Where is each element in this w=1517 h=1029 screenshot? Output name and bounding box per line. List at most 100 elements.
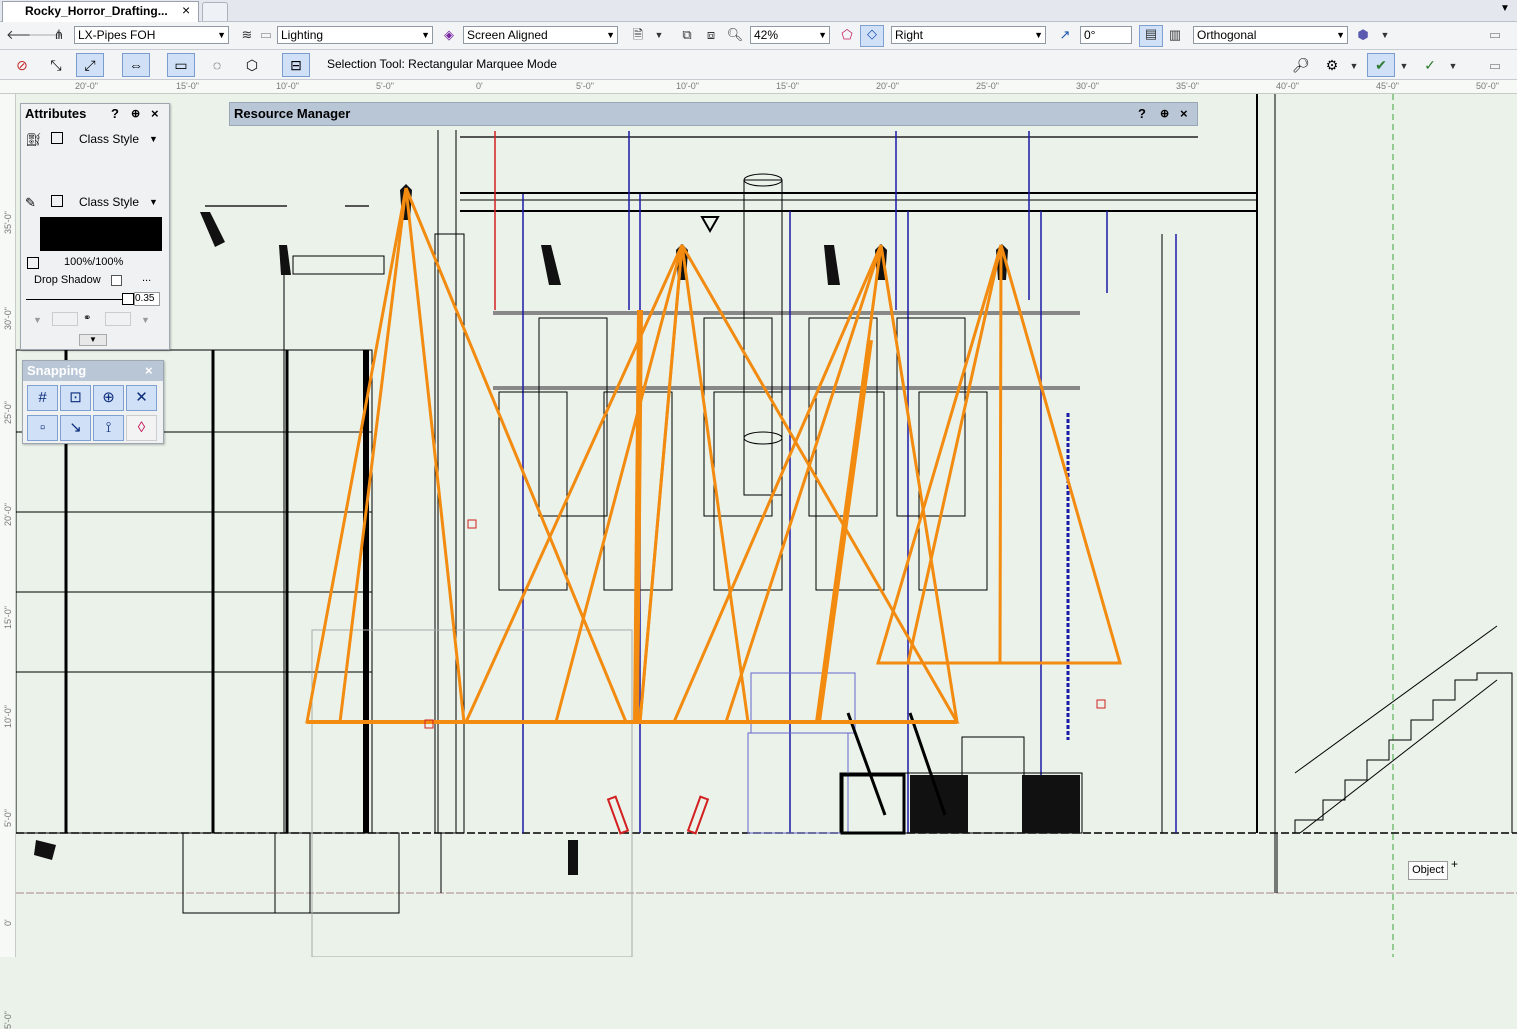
close-icon[interactable]: × xyxy=(145,361,153,381)
class-hierarchy-icon[interactable]: ⋔ xyxy=(50,27,68,43)
close-icon[interactable]: × xyxy=(151,104,159,124)
help-icon[interactable]: ? xyxy=(1138,103,1146,125)
transform-mode-icon[interactable]: ⇔ xyxy=(122,53,150,77)
settings-gear-icon[interactable]: ⚙ xyxy=(1318,53,1346,77)
check-menu-icon[interactable]: ▼ xyxy=(1397,58,1411,74)
by-class-icon[interactable] xyxy=(51,195,63,207)
tool-bar-overflow-icon[interactable]: ▭ xyxy=(1482,58,1508,74)
by-class-icon[interactable] xyxy=(27,257,39,269)
settings-menu-icon[interactable]: ▼ xyxy=(1347,58,1361,74)
clip-cube-menu-icon[interactable]: ▼ xyxy=(1378,27,1392,43)
magnifier-tool-icon[interactable]: 🔎︎ xyxy=(1287,53,1315,77)
disable-selection-icon[interactable]: ⊘ xyxy=(8,53,36,77)
layer-options-icon[interactable]: ▭ xyxy=(258,27,274,43)
selection-marker xyxy=(467,519,477,529)
chevron-down-icon[interactable]: ▼ xyxy=(149,197,158,207)
plan-rotation-field[interactable]: 0° xyxy=(1080,26,1132,44)
forward-icon[interactable]: 🡒 xyxy=(28,27,63,43)
checkmark-shield-icon[interactable]: ✔ xyxy=(1367,53,1395,77)
by-class-icon[interactable] xyxy=(51,132,63,144)
ruler-label: 5'-0" xyxy=(376,81,394,91)
chevron-down-icon: ▼ xyxy=(1034,30,1043,40)
new-tab-button[interactable] xyxy=(202,2,228,21)
standard-view-dropdown[interactable]: Right ▼ xyxy=(891,26,1046,44)
rigging-point xyxy=(700,216,720,234)
zoom-icon[interactable]: 🔍︎ xyxy=(726,27,744,43)
chevron-down-icon[interactable]: ▼ xyxy=(141,315,150,325)
end-marker-field[interactable] xyxy=(105,312,131,326)
document-tab[interactable]: Rocky_Horror_Drafting... xyxy=(2,1,199,22)
layer-stack-icon[interactable]: ≋ xyxy=(239,27,255,43)
snapping-titlebar[interactable]: Snapping × xyxy=(23,361,163,381)
rotate-plan-icon[interactable]: ↗ xyxy=(1056,27,1074,43)
render-mode-icon[interactable]: ▤ xyxy=(1139,25,1163,47)
working-plane-icon[interactable]: ◈ xyxy=(439,27,459,43)
chevron-down-icon[interactable]: ▼ xyxy=(149,134,158,144)
ruler-label: 5'-0" xyxy=(3,1011,13,1029)
fill-style-value[interactable]: Class Style xyxy=(79,132,139,146)
line-weight-field[interactable]: 0.35 xyxy=(134,292,160,306)
snap-to-intersection-icon[interactable]: ✕ xyxy=(126,385,157,411)
layer-visibility-icon[interactable]: ▥ xyxy=(1166,27,1184,43)
zoom-objects-icon[interactable]: ⧈ xyxy=(702,27,720,43)
smart-points-icon[interactable]: ▫ xyxy=(27,415,58,441)
snap-to-angle-icon[interactable]: ⊕ xyxy=(93,385,124,411)
projection-dropdown[interactable]: Orthogonal ▼ xyxy=(1193,26,1348,44)
active-plane-value: Screen Aligned xyxy=(467,28,548,42)
close-icon[interactable]: × xyxy=(1180,103,1188,125)
lasso-marquee-icon[interactable]: ◌ xyxy=(203,53,231,77)
pin-icon[interactable]: ⊕ xyxy=(131,104,140,124)
opacity-value[interactable]: 100%/100% xyxy=(64,256,123,268)
snap-to-working-plane-icon[interactable]: ◊ xyxy=(126,415,157,441)
fill-bucket-icon: ⛽︎ xyxy=(25,132,42,147)
snap-to-object-icon[interactable]: ⊡ xyxy=(60,385,91,411)
flyover-icon[interactable]: ⬠ xyxy=(838,27,856,43)
marquee-options-icon[interactable]: ⊟ xyxy=(282,53,310,77)
pen-color-swatch[interactable] xyxy=(40,217,162,251)
chevron-down-icon[interactable]: ▼ xyxy=(33,315,42,325)
attributes-palette: Attributes ? ⊕ × ⛽︎ Class Style ▼ ✎ Clas… xyxy=(20,103,170,350)
rectangular-marquee-icon[interactable]: ▭ xyxy=(167,53,195,77)
drop-shadow-checkbox[interactable] xyxy=(111,275,122,286)
verify-icon[interactable]: ✓ xyxy=(1416,53,1444,77)
active-plane-dropdown[interactable]: Screen Aligned ▼ xyxy=(463,26,618,44)
snapping-palette: Snapping × # ⊡ ⊕ ✕ ▫ ↘ ⟟ ◊ xyxy=(22,360,164,444)
close-tab-icon[interactable]: × xyxy=(182,2,190,18)
polygon-marquee-icon[interactable]: ⬡ xyxy=(238,53,266,77)
drop-shadow-options[interactable]: ... xyxy=(142,272,151,284)
tab-list-menu-icon[interactable]: ▼ xyxy=(1500,3,1510,14)
resource-manager-palette[interactable]: Resource Manager ? ⊕ × xyxy=(229,102,1198,126)
crosshair-icon: + xyxy=(1451,857,1459,871)
pin-icon[interactable]: ⊕ xyxy=(1160,103,1169,125)
expand-palette-icon[interactable]: ▼ xyxy=(79,334,107,346)
saved-views-icon[interactable]: 🗎 xyxy=(630,27,646,43)
clip-cube-icon[interactable]: ⬢ xyxy=(1354,27,1372,43)
walkthrough-icon[interactable]: ◇ xyxy=(860,25,884,47)
snap-to-grid-icon[interactable]: # xyxy=(27,385,58,411)
ruler-label: 0' xyxy=(476,81,483,91)
active-layer-dropdown[interactable]: Lighting ▼ xyxy=(277,26,433,44)
ruler-label: 35'-0" xyxy=(3,211,13,234)
resource-manager-titlebar[interactable]: Resource Manager ? ⊕ × xyxy=(230,103,1197,123)
start-marker-field[interactable] xyxy=(52,312,78,326)
line-weight-slider-handle[interactable] xyxy=(122,293,134,305)
pen-style-value[interactable]: Class Style xyxy=(79,195,139,209)
drawing-canvas[interactable] xyxy=(16,94,1517,957)
active-class-dropdown[interactable]: LX-Pipes FOH ▼ xyxy=(74,26,229,44)
multiple-reshape-mode-icon[interactable]: ⤢ xyxy=(76,53,104,77)
attributes-titlebar[interactable]: Attributes ? ⊕ × xyxy=(21,104,169,124)
line-weight-sample xyxy=(26,299,122,300)
single-object-mode-icon[interactable]: ⤡ xyxy=(42,53,70,77)
verify-menu-icon[interactable]: ▼ xyxy=(1446,58,1460,74)
smart-edge-icon[interactable]: ↘ xyxy=(60,415,91,441)
snap-to-tangent-icon[interactable]: ⟟ xyxy=(93,415,124,441)
back-icon[interactable]: 🡐 xyxy=(6,27,41,43)
zoom-level-dropdown[interactable]: 42% ▼ xyxy=(750,26,830,44)
saved-views-menu-icon[interactable]: ▼ xyxy=(652,27,666,43)
help-icon[interactable]: ? xyxy=(111,104,119,124)
view-bar-overflow-icon[interactable]: ▭ xyxy=(1482,27,1508,43)
equipment-block xyxy=(1022,775,1080,833)
selection-marker xyxy=(1096,699,1106,709)
zoom-fit-icon[interactable]: ⧉ xyxy=(678,27,696,43)
link-icon[interactable]: ⚭ xyxy=(83,313,91,324)
